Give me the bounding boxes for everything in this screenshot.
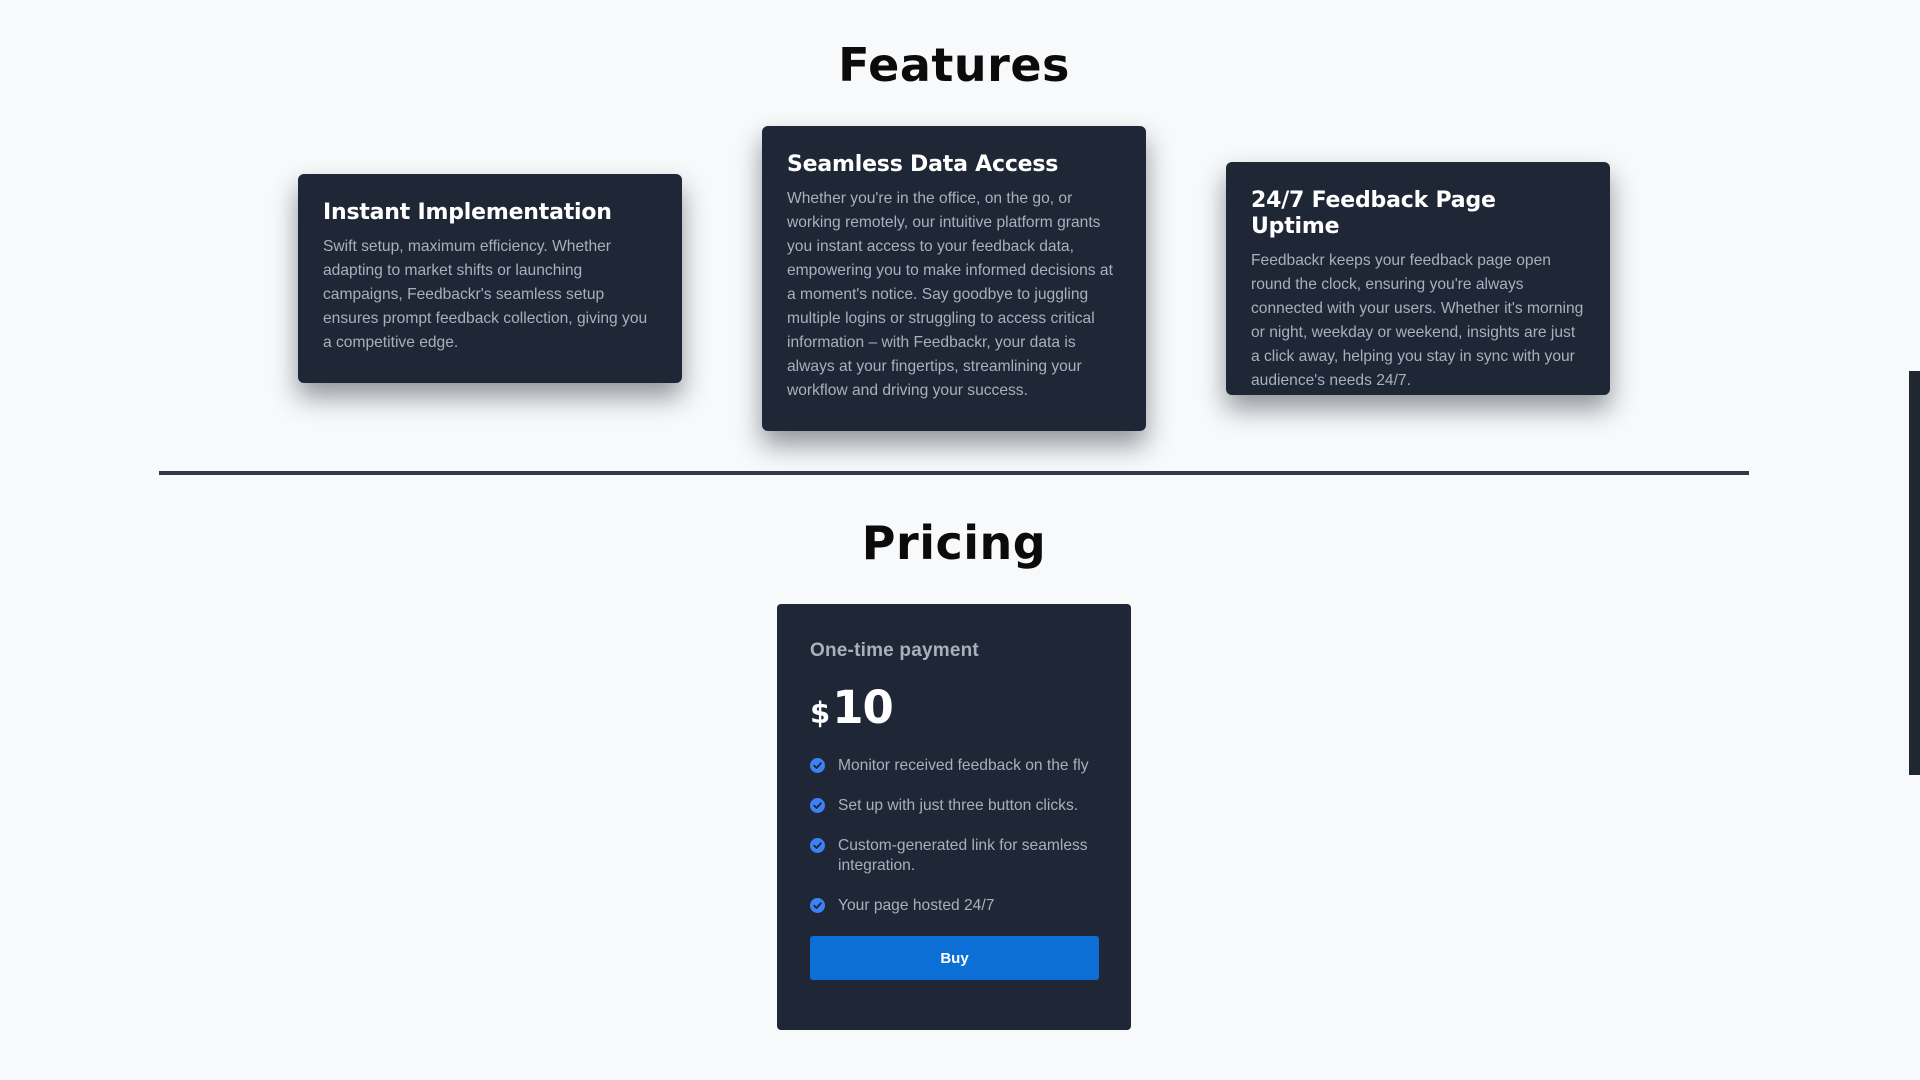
plan-feature-item: Set up with just three button clicks. [810, 796, 1098, 816]
check-circle-icon [810, 798, 825, 813]
plan-feature-item: Your page hosted 24/7 [810, 896, 1098, 916]
features-title: Features [838, 38, 1070, 92]
feature-card-instant-implementation: Instant Implementation Swift setup, maxi… [298, 174, 682, 383]
feature-card-title: Instant Implementation [323, 200, 612, 225]
pricing-card: One-time payment $10 Monitor received fe… [777, 604, 1131, 1030]
feature-card-seamless-data-access: Seamless Data Access Whether you're in t… [762, 126, 1146, 431]
price-amount: 10 [832, 681, 894, 734]
plan-feature-item: Custom-generated link for seamless integ… [810, 836, 1098, 876]
feature-card-title: 24/7 Feedback Page Uptime [1251, 188, 1496, 239]
section-divider [159, 471, 1749, 475]
feature-card-title: Seamless Data Access [787, 152, 1059, 177]
feature-card-text: Swift setup, maximum efficiency. Whether… [323, 238, 648, 351]
check-circle-icon [810, 898, 825, 913]
plan-feature-item: Monitor received feedback on the fly [810, 756, 1098, 776]
feature-card-text: Whether you're in the office, on the go,… [787, 190, 1113, 399]
plan-feature-text: Your page hosted 24/7 [838, 897, 995, 914]
plan-features-list: Monitor received feedback on the fly Set… [810, 756, 1098, 916]
feature-card-uptime: 24/7 Feedback Page Uptime Feedbackr keep… [1226, 162, 1610, 395]
plan-feature-text: Monitor received feedback on the fly [838, 757, 1089, 774]
plan-price: $10 [810, 681, 1098, 734]
check-circle-icon [810, 758, 825, 773]
feature-card-text: Feedbackr keeps your feedback page open … [1251, 252, 1584, 389]
price-currency: $ [810, 696, 831, 730]
buy-button[interactable]: Buy [810, 936, 1099, 980]
plan-name: One-time payment [810, 640, 979, 661]
pricing-title: Pricing [861, 516, 1047, 570]
plan-feature-text: Set up with just three button clicks. [838, 797, 1079, 814]
check-circle-icon [810, 838, 825, 853]
scrollbar-thumb[interactable] [1909, 371, 1920, 775]
plan-feature-text: Custom-generated link for seamless integ… [838, 837, 1088, 874]
landing-page: Features Instant Implementation Swift se… [0, 0, 1920, 1080]
